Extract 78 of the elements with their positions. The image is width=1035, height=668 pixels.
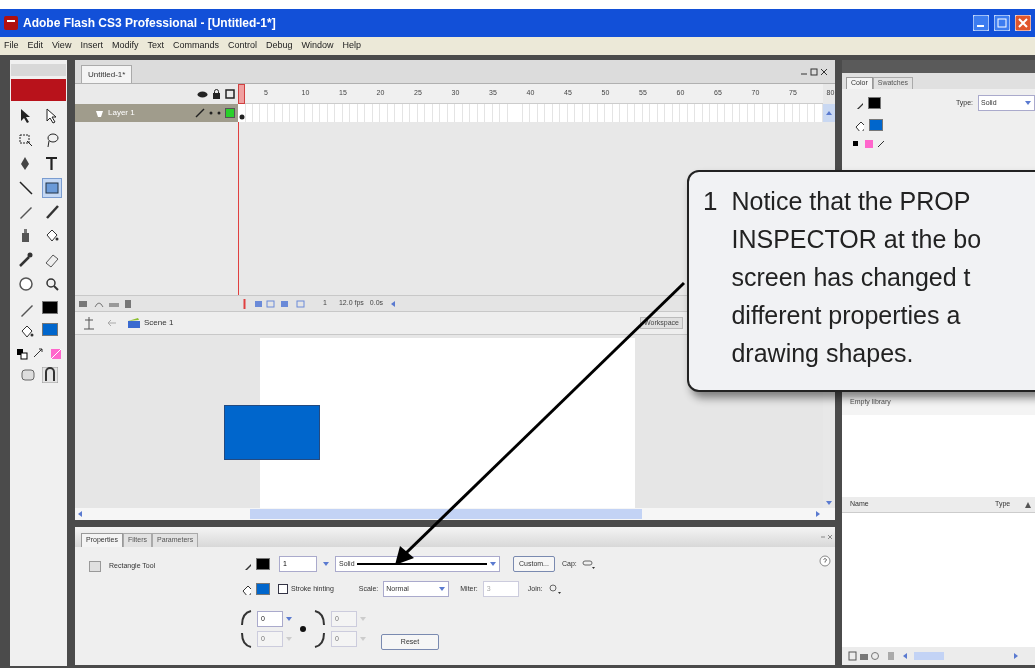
- scroll-up-icon: [825, 109, 833, 117]
- new-layer-icon[interactable]: [79, 299, 89, 308]
- toolbar-header: [11, 64, 66, 76]
- layer-icon: [95, 108, 104, 118]
- playhead-marker-icon: [242, 298, 247, 309]
- scrollbar-thumb[interactable]: [250, 509, 642, 519]
- eye-icon[interactable]: [197, 89, 208, 99]
- library-tools-icons[interactable]: [848, 651, 882, 661]
- close-icon[interactable]: [1015, 15, 1031, 31]
- minimize-icon[interactable]: [973, 15, 989, 31]
- dot-icon: [217, 111, 221, 115]
- edit-scene-icon[interactable]: [81, 315, 97, 331]
- no-color-icon[interactable]: [48, 347, 63, 361]
- callout-text: different properties a: [731, 300, 962, 331]
- rectangle-tool-icon: [89, 561, 101, 572]
- join-style-icon[interactable]: [547, 584, 562, 594]
- callout-text: INSPECTOR at the bo: [731, 224, 982, 255]
- menu-item[interactable]: Control: [227, 39, 257, 53]
- lock-dot-icon[interactable]: [297, 623, 309, 635]
- fill-color-swatch[interactable]: [256, 583, 270, 595]
- fill-color-swatch[interactable]: [41, 323, 58, 336]
- dropdown-arrow-icon[interactable]: [1024, 99, 1032, 107]
- dropdown-arrow-icon[interactable]: [285, 615, 293, 623]
- window-controls-icon[interactable]: [799, 66, 829, 78]
- default-colors-icon[interactable]: [14, 347, 29, 361]
- callout-text: drawing shapes.: [731, 338, 915, 369]
- flash-logo: [11, 79, 66, 101]
- stroke-color-swatch[interactable]: [41, 301, 58, 314]
- layer-color-icon: [225, 108, 235, 118]
- layer-name: Layer 1: [108, 107, 135, 119]
- menu-item[interactable]: Edit: [27, 39, 44, 53]
- dropdown-arrow-icon[interactable]: [322, 560, 330, 568]
- menu-item[interactable]: Modify: [111, 39, 139, 53]
- fill-color-swatch[interactable]: [869, 119, 883, 131]
- step-number: 1: [703, 185, 718, 218]
- help-icon[interactable]: [819, 555, 831, 567]
- menu-item[interactable]: Text: [147, 39, 164, 53]
- menu-item[interactable]: Debug: [265, 39, 293, 53]
- scroll-left-icon[interactable]: [389, 299, 398, 308]
- lock-icon[interactable]: [212, 89, 221, 99]
- scrollbar-thumb[interactable]: [914, 652, 944, 660]
- menu-item[interactable]: File: [4, 39, 19, 53]
- app-icon: [4, 16, 18, 30]
- line-icon: [16, 179, 35, 197]
- menu-item[interactable]: Window: [301, 39, 334, 53]
- dot-icon: [209, 111, 213, 115]
- stroke-color-swatch[interactable]: [256, 558, 270, 570]
- object-drawing-icon[interactable]: [19, 367, 36, 383]
- corner-brackets-icon: [313, 607, 327, 651]
- rectangle-icon: [42, 179, 61, 197]
- dropdown-arrow-icon[interactable]: [438, 585, 447, 593]
- restore-icon[interactable]: [994, 15, 1010, 31]
- transform-icon: [16, 131, 35, 149]
- menu-item[interactable]: View: [52, 39, 72, 53]
- circle-icon: [16, 275, 35, 293]
- motion-guide-icon[interactable]: [94, 299, 104, 308]
- callout-text: screen has changed t: [731, 262, 972, 293]
- magnet-icon[interactable]: [41, 367, 58, 383]
- menu-item[interactable]: Help: [342, 39, 362, 53]
- scroll-up-button[interactable]: [823, 104, 835, 122]
- horizontal-scrollbar[interactable]: [75, 508, 835, 520]
- trash-icon[interactable]: [124, 299, 132, 308]
- keyframe-icon: [239, 114, 245, 120]
- pencil-icon: [195, 108, 205, 118]
- sort-icon[interactable]: [1025, 501, 1031, 508]
- back-arrow-icon[interactable]: [107, 319, 117, 327]
- outline-icon[interactable]: [225, 89, 235, 99]
- clapper-icon: [127, 317, 141, 329]
- callout-text: Notice that the PROP: [731, 186, 972, 217]
- dropdown-arrow-icon[interactable]: [489, 560, 497, 568]
- document-tab[interactable]: Untitled-1*: [81, 65, 133, 83]
- scene-name[interactable]: Scene 1: [144, 317, 174, 329]
- corner-brackets-icon: [239, 607, 253, 651]
- menu-item[interactable]: Insert: [80, 39, 103, 53]
- window-title: Adobe Flash CS3 Professional - [Untitled-1*]: [23, 15, 276, 32]
- cap-style-icon[interactable]: [581, 559, 596, 569]
- menu-item[interactable]: Commands: [172, 39, 219, 53]
- stroke-color-swatch[interactable]: [867, 97, 881, 109]
